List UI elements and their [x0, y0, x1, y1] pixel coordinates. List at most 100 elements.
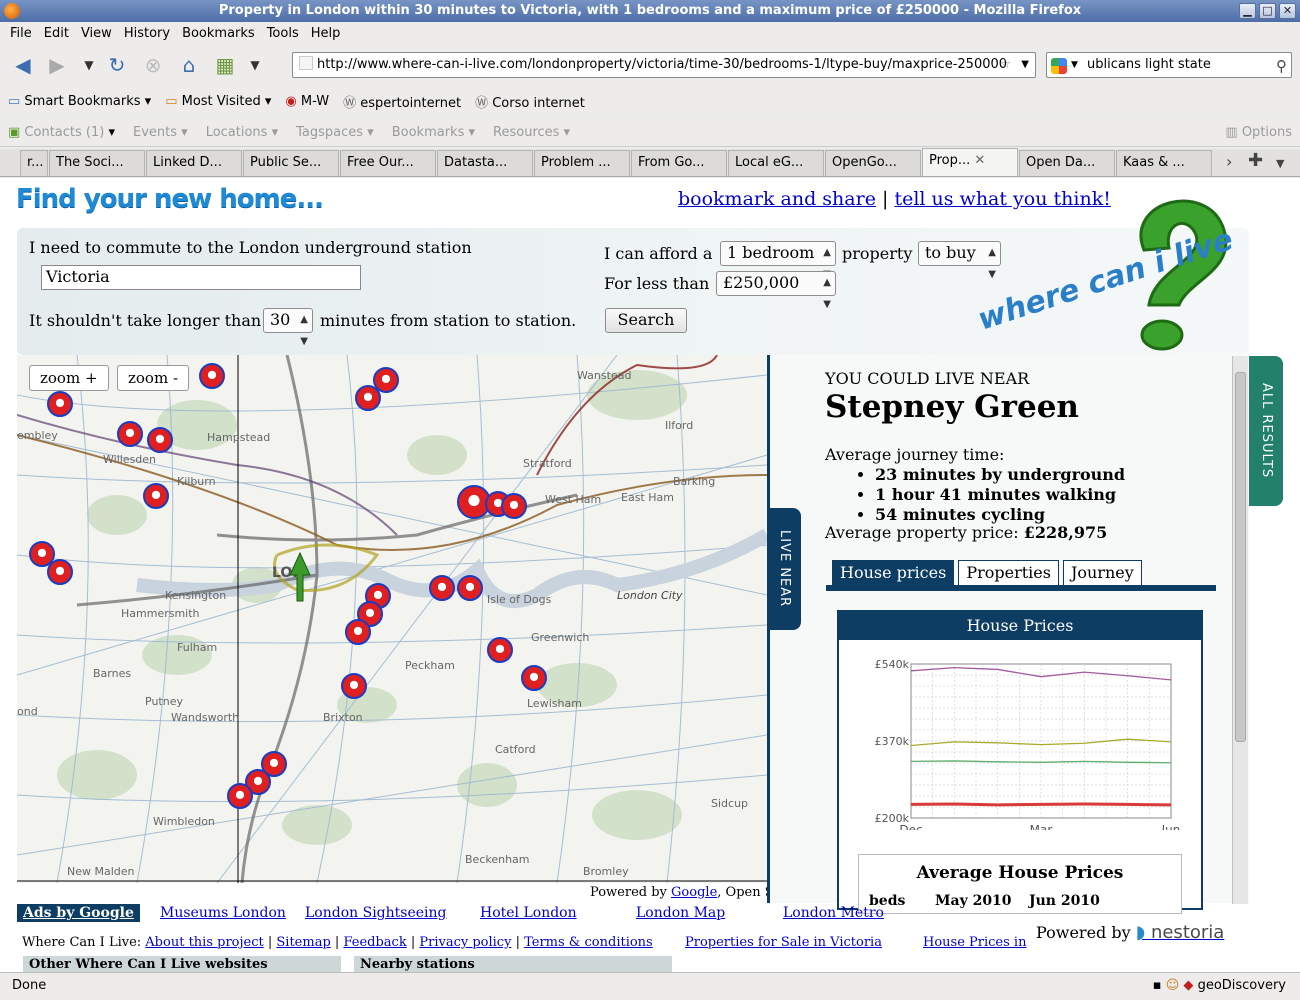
forward-icon[interactable]: ▶ — [44, 53, 70, 77]
tab-active-property[interactable]: Prop... ✕ — [922, 148, 1018, 176]
results-scrollbar[interactable] — [1232, 356, 1248, 904]
geodiscovery-icon[interactable]: ◆ — [1183, 978, 1197, 993]
bookmarks-button[interactable]: Bookmarks ▾ — [392, 125, 475, 140]
property-pin-icon[interactable] — [47, 391, 73, 417]
property-pin-icon[interactable] — [147, 427, 173, 453]
tab-11[interactable]: Open Da... — [1019, 150, 1115, 176]
locations-button[interactable]: Locations ▾ — [206, 125, 278, 140]
tagspaces-button[interactable]: Tagspaces ▾ — [296, 125, 374, 140]
bookmark-smart[interactable]: ▭ Smart Bookmarks ▾ — [8, 94, 151, 109]
bookmark-most-visited[interactable]: ▭ Most Visited ▾ — [165, 94, 271, 109]
ads-by-google[interactable]: Ads by Google — [17, 904, 140, 922]
menu-file[interactable]: File — [10, 26, 32, 41]
tab-3[interactable]: Public Se... — [243, 150, 339, 176]
bookmark-corso[interactable]: Ⓦ Corso internet — [475, 92, 585, 111]
scrollbar-thumb[interactable] — [1235, 372, 1246, 742]
about-link[interactable]: About this project — [145, 935, 263, 950]
resources-button[interactable]: Resources ▾ — [493, 125, 570, 140]
house-prices-link[interactable]: House Prices in — [923, 935, 1026, 950]
tab-2[interactable]: Linked D... — [146, 150, 242, 176]
menu-help[interactable]: Help — [311, 26, 341, 41]
search-input[interactable]: ublicans light state — [1087, 57, 1211, 72]
history-dropdown-icon[interactable]: ▼ — [76, 53, 102, 77]
tab-scroll-right-icon[interactable]: › — [1226, 152, 1232, 171]
bookmark-tool-icon[interactable]: ▦ — [212, 53, 238, 77]
ad-link[interactable]: London Map — [636, 905, 725, 921]
live-near-tab[interactable]: LIVE NEAR — [767, 508, 801, 630]
bedroom-select[interactable]: 1 bedroom▲▼ — [720, 241, 836, 280]
tab-12[interactable]: Kaas & ... — [1116, 150, 1212, 176]
property-pin-icon[interactable] — [355, 385, 381, 411]
bookmark-espertointernet[interactable]: Ⓦ espertointernet — [343, 92, 461, 111]
minimize-button[interactable]: ▁ — [1239, 3, 1256, 19]
engine-dropdown-icon[interactable]: ▼ — [1071, 53, 1078, 77]
property-pin-icon[interactable] — [521, 665, 547, 691]
stop-icon[interactable]: ⊗ — [140, 53, 166, 77]
ad-link[interactable]: Hotel London — [480, 905, 577, 921]
maximize-button[interactable]: □ — [1259, 3, 1276, 19]
addon-icon[interactable]: ☺ — [1166, 978, 1184, 993]
address-bar[interactable]: http://www.where-can-i-live.com/londonpr… — [292, 52, 1036, 78]
menu-history[interactable]: History — [124, 26, 170, 41]
ad-link[interactable]: London Metro — [783, 905, 884, 921]
tab-house-prices[interactable]: House prices — [832, 560, 955, 585]
price-select[interactable]: £250,000 ▲ ▼ — [716, 271, 836, 310]
contacts-button[interactable]: ▣ Contacts (1) ▾ — [8, 125, 115, 140]
property-pin-icon[interactable] — [227, 783, 253, 809]
terminal-icon[interactable]: ▪ — [1153, 978, 1166, 993]
tab-0[interactable]: r... — [20, 150, 48, 176]
tab-5[interactable]: Datasta... — [437, 150, 533, 176]
property-pin-icon[interactable] — [487, 637, 513, 663]
home-icon[interactable]: ⌂ — [176, 53, 202, 77]
close-tab-icon[interactable]: ✕ — [974, 153, 985, 168]
tab-1[interactable]: The Soci... — [49, 150, 145, 176]
terms-link[interactable]: Terms & conditions — [524, 935, 653, 950]
zoom-in-button[interactable]: zoom + — [29, 365, 109, 391]
property-pin-icon[interactable] — [199, 363, 225, 389]
property-pin-icon[interactable] — [341, 673, 367, 699]
tool-dropdown-icon[interactable]: ▼ — [242, 53, 268, 77]
search-bar[interactable]: ▼ ublicans light state ⚲ — [1046, 52, 1292, 78]
options-button[interactable]: ▥ Options — [1225, 125, 1292, 140]
tab-6[interactable]: Problem ... — [534, 150, 630, 176]
close-window-button[interactable]: ✕ — [1279, 3, 1296, 19]
tab-8[interactable]: Local eG... — [728, 150, 824, 176]
properties-sale-link[interactable]: Properties for Sale in Victoria — [685, 935, 882, 950]
menu-edit[interactable]: Edit — [44, 26, 69, 41]
property-pin-icon[interactable] — [429, 575, 455, 601]
property-pin-icon[interactable] — [143, 483, 169, 509]
reload-icon[interactable]: ↻ — [104, 53, 130, 77]
feedback-footer-link[interactable]: Feedback — [343, 935, 406, 950]
ad-link[interactable]: London Sightseeing — [305, 905, 446, 921]
url-dropdown-icon[interactable]: ▼ — [1021, 53, 1029, 77]
privacy-link[interactable]: Privacy policy — [419, 935, 511, 950]
tab-journey[interactable]: Journey — [1062, 560, 1142, 585]
tab-7[interactable]: From Go... — [631, 150, 727, 176]
property-pin-icon[interactable] — [501, 493, 527, 519]
station-input[interactable]: Victoria — [41, 265, 361, 290]
menu-tools[interactable]: Tools — [267, 26, 299, 41]
google-link[interactable]: Google — [671, 885, 717, 900]
google-engine-icon[interactable] — [1051, 58, 1067, 74]
tab-properties[interactable]: Properties — [958, 560, 1059, 585]
map[interactable]: Wanstead Ilford Stratford Barking West H… — [17, 355, 767, 883]
bookmark-share-link[interactable]: bookmark and share — [678, 188, 876, 210]
search-icon[interactable]: ⚲ — [1276, 54, 1287, 78]
tab-4[interactable]: Free Our... — [340, 150, 436, 176]
property-pin-icon[interactable] — [117, 421, 143, 447]
property-pin-icon[interactable] — [47, 559, 73, 585]
ad-link[interactable]: Museums London — [160, 905, 286, 921]
star-icon[interactable]: ☆ — [999, 53, 1011, 77]
time-select[interactable]: 30 ▲ ▼ — [263, 308, 313, 347]
sitemap-link[interactable]: Sitemap — [276, 935, 330, 950]
tab-list-icon[interactable]: ▼ — [1276, 157, 1284, 170]
site-logo[interactable]: Find your new home... — [16, 184, 324, 214]
back-icon[interactable]: ◀ — [10, 53, 36, 77]
property-pin-icon[interactable] — [345, 619, 371, 645]
zoom-out-button[interactable]: zoom - — [117, 365, 190, 391]
search-button[interactable]: Search — [605, 308, 687, 333]
events-button[interactable]: Events ▾ — [133, 125, 188, 140]
menu-bookmarks[interactable]: Bookmarks — [182, 26, 255, 41]
tab-9[interactable]: OpenGo... — [825, 150, 921, 176]
menu-view[interactable]: View — [81, 26, 112, 41]
